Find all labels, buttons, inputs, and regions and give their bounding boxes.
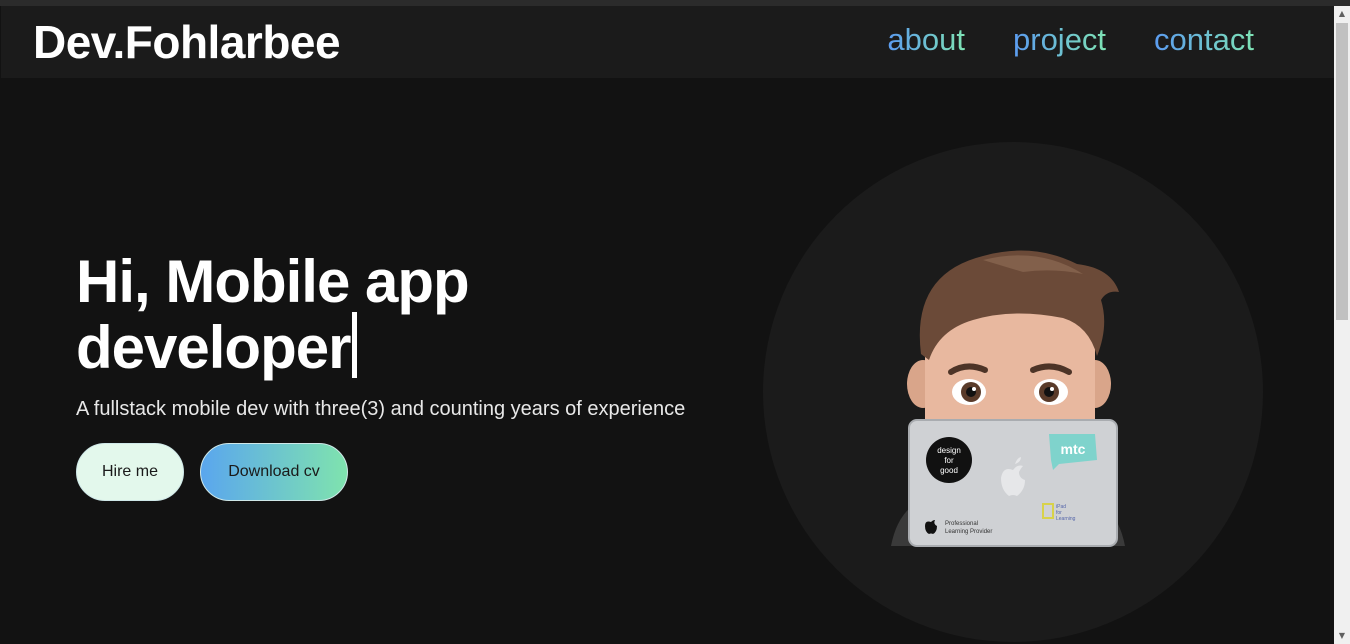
- vertical-scrollbar[interactable]: ▲ ▼: [1334, 6, 1350, 644]
- hero-section: Hi, Mobile app developer A fullstack mob…: [76, 252, 756, 422]
- nav-links: about project contact: [887, 20, 1254, 60]
- scroll-down-arrow-icon[interactable]: ▼: [1334, 628, 1350, 644]
- hero-buttons: Hire me Download cv: [76, 443, 348, 501]
- hero-subtitle: A fullstack mobile dev with three(3) and…: [76, 398, 686, 420]
- nav-link-project[interactable]: project: [1013, 20, 1106, 60]
- nav-link-about[interactable]: about: [887, 20, 965, 60]
- typing-cursor: [352, 312, 358, 378]
- brand-logo[interactable]: Dev.Fohlarbee: [33, 16, 341, 68]
- scrollbar-thumb[interactable]: [1336, 23, 1348, 320]
- download-cv-button[interactable]: Download cv: [200, 443, 348, 501]
- memoji-avatar: design for good mtc Professional Learnin…: [891, 250, 1125, 547]
- svg-text:Learning: Learning: [1056, 516, 1076, 522]
- hero-headline: Hi, Mobile app developer: [76, 252, 756, 378]
- sticker-design-for-good: design: [937, 446, 961, 455]
- page-viewport: Dev.Fohlarbee about project contact Hi, …: [1, 6, 1334, 644]
- sticker-mtc: mtc: [1061, 441, 1086, 457]
- sticker-apple-provider-line1: Professional: [945, 521, 978, 527]
- navbar: Dev.Fohlarbee about project contact: [1, 6, 1334, 78]
- svg-text:for: for: [944, 456, 954, 465]
- scroll-up-arrow-icon[interactable]: ▲: [1334, 6, 1350, 22]
- sticker-apple-provider-line2: Learning Provider: [945, 529, 992, 535]
- svg-text:good: good: [940, 466, 958, 475]
- nav-link-contact[interactable]: contact: [1154, 20, 1254, 60]
- hire-me-button[interactable]: Hire me: [76, 443, 184, 501]
- headline-line-2: developer: [76, 314, 351, 381]
- headline-line-1: Hi, Mobile app: [76, 248, 470, 315]
